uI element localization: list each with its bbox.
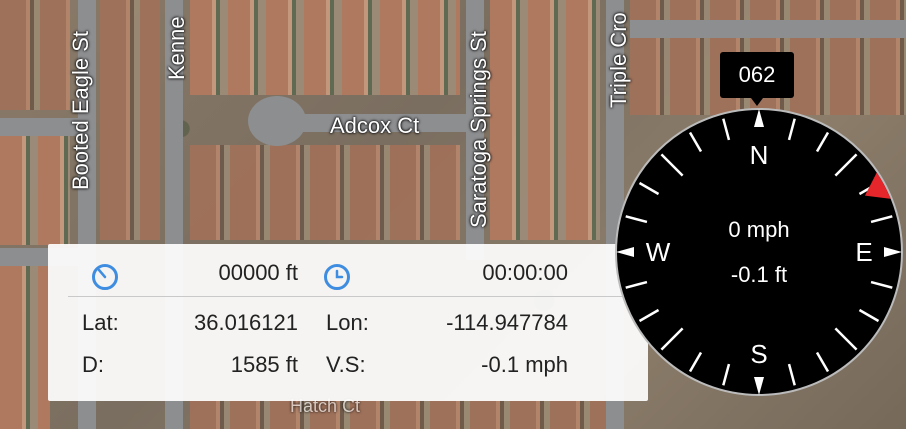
time-value: 00:00:00 <box>482 260 568 285</box>
west-label: W <box>646 237 671 267</box>
street-label-saratoga: Saratoga Springs St <box>466 31 491 228</box>
map-block <box>100 0 160 240</box>
d-value: 1585 ft <box>230 352 298 377</box>
compass-dial[interactable]: N S W E 0 mph -0.1 ft <box>614 107 904 397</box>
distance-value: 00000 ft <box>218 260 298 285</box>
coordinates-row: Lat: 36.016121 Lon: -114.947784 <box>48 304 648 344</box>
cul-de-sac <box>248 96 306 146</box>
speed-value: 0 mph <box>728 217 789 242</box>
map-block <box>0 260 50 429</box>
south-label: S <box>750 339 767 369</box>
map-block <box>190 0 460 95</box>
map-block <box>190 145 460 240</box>
d-label: D: <box>82 352 104 377</box>
divider <box>68 296 638 297</box>
map-block <box>0 135 70 245</box>
altitude-value: -0.1 ft <box>731 262 787 287</box>
heading-readout: 062 <box>720 52 794 98</box>
lon-value: -114.947784 <box>446 310 568 335</box>
distance-speed-row: D: 1585 ft V.S: -0.1 mph <box>48 346 648 386</box>
lat-value: 36.016121 <box>194 310 298 335</box>
heading-pointer-icon <box>751 98 763 106</box>
street-label-triple: Triple Cro <box>606 12 631 108</box>
vs-value: -0.1 mph <box>481 352 568 377</box>
street-label-adcox: Adcox Ct <box>330 113 420 138</box>
map-block <box>0 0 70 110</box>
east-label: E <box>855 237 872 267</box>
heading-value: 062 <box>738 62 776 87</box>
stopwatch-icon[interactable] <box>92 264 118 290</box>
lat-label: Lat: <box>82 310 119 335</box>
north-label: N <box>750 140 769 170</box>
clock-icon[interactable] <box>324 264 350 290</box>
map-block <box>490 0 600 240</box>
road <box>630 20 906 38</box>
info-panel: 00000 ft 00:00:00 Lat: 36.016121 Lon: -1… <box>48 244 648 401</box>
vs-label: V.S: <box>326 352 366 377</box>
street-label-kenneth: Kenne <box>164 16 189 80</box>
trip-row: 00000 ft 00:00:00 <box>48 254 648 294</box>
street-label-booted-eagle: Booted Eagle St <box>68 30 93 190</box>
map-block <box>190 400 610 429</box>
lon-label: Lon: <box>326 310 369 335</box>
